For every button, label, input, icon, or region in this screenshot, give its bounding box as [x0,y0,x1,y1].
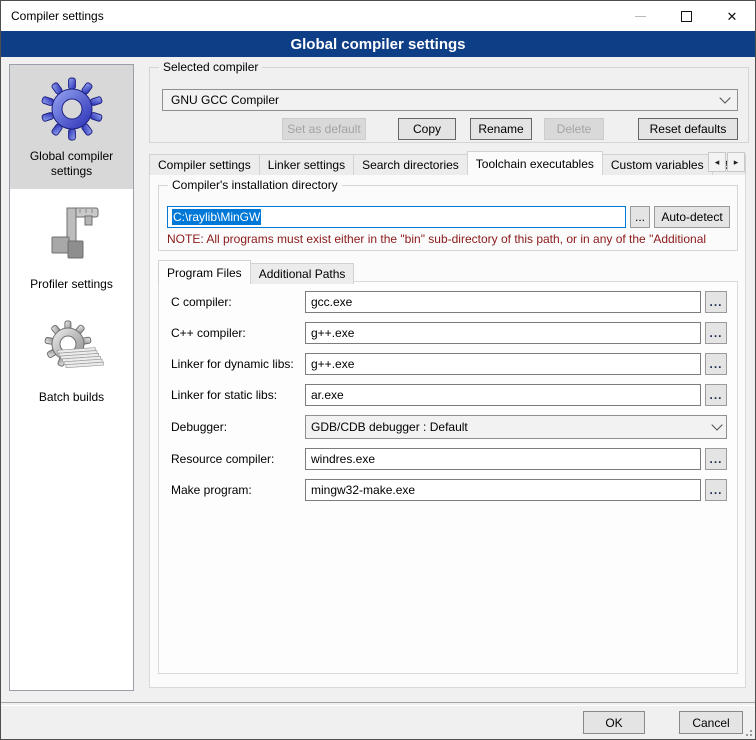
close-icon: ✕ [727,10,738,23]
tab-compiler-settings[interactable]: Compiler settings [149,154,260,175]
cpp-compiler-browse-button[interactable]: ... [705,322,727,344]
installation-directory-group-label: Compiler's installation directory [168,178,342,192]
program-files-page: C compiler: gcc.exe ... C++ compiler: g+… [158,281,738,674]
settings-category-list: Global compiler settings [9,64,134,691]
cpp-compiler-row: C++ compiler: g++.exe ... [171,322,727,344]
auto-detect-button[interactable]: Auto-detect [654,206,730,228]
compiler-settings-dialog: Compiler settings ✕ Global compiler sett… [0,0,756,740]
field-label: C compiler: [171,295,305,309]
sidebar-item-label: Batch builds [39,390,104,405]
maximize-button[interactable] [663,1,709,31]
dialog-content: Global compiler settings [1,57,755,739]
tab-custom-variables[interactable]: Custom variables [602,154,713,175]
cpp-compiler-input[interactable]: g++.exe [305,322,701,344]
minimize-button[interactable] [617,1,663,31]
arrow-left-icon: ◂ [715,157,720,168]
static-linker-input[interactable]: ar.exe [305,384,701,406]
gear-stack-icon [40,318,104,382]
dialog-header: Global compiler settings [1,31,755,57]
resource-compiler-input[interactable]: windres.exe [305,448,701,470]
blue-gear-icon [40,77,104,141]
installation-directory-group: Compiler's installation directory C:\ray… [158,185,738,251]
maximize-icon [681,11,692,22]
compiler-tabs: Compiler settings Linker settings Search… [149,151,745,175]
field-label: Linker for static libs: [171,388,305,402]
delete-button: Delete [544,118,604,140]
resource-compiler-row: Resource compiler: windres.exe ... [171,448,727,470]
installation-directory-input[interactable]: C:\raylib\MinGW [167,206,626,228]
field-label: Linker for dynamic libs: [171,357,305,371]
c-compiler-row: C compiler: gcc.exe ... [171,291,727,313]
field-label: C++ compiler: [171,326,305,340]
rename-button[interactable]: Rename [470,118,532,140]
minimize-icon [635,16,646,17]
dynamic-linker-row: Linker for dynamic libs: g++.exe ... [171,353,727,375]
caliper-icon [40,205,104,269]
arrow-right-icon: ▸ [734,157,739,168]
sidebar-item-global-compiler-settings[interactable]: Global compiler settings [10,65,133,189]
static-linker-browse-button[interactable]: ... [705,384,727,406]
reset-defaults-button[interactable]: Reset defaults [638,118,738,140]
tab-toolchain-executables[interactable]: Toolchain executables [467,151,603,175]
bin-subdirectory-note: NOTE: All programs must exist either in … [167,232,733,246]
ok-button[interactable]: OK [583,711,645,734]
close-button[interactable]: ✕ [709,1,755,31]
selected-compiler-group-label: Selected compiler [159,60,262,74]
dialog-header-title: Global compiler settings [290,36,465,53]
set-as-default-button: Set as default [282,118,366,140]
debugger-select[interactable]: GDB/CDB debugger : Default [305,415,727,439]
cancel-button[interactable]: Cancel [679,711,743,734]
titlebar: Compiler settings ✕ [1,1,755,31]
field-label: Make program: [171,483,305,497]
footer-divider [1,702,755,706]
chevron-down-icon [711,419,722,430]
sidebar-item-batch-builds[interactable]: Batch builds [10,302,133,415]
tab-linker-settings[interactable]: Linker settings [259,154,354,175]
field-label: Debugger: [171,420,305,434]
tab-scroll-left-button[interactable]: ◂ [708,152,726,172]
compiler-select-value: GNU GCC Compiler [171,93,279,107]
copy-button[interactable]: Copy [398,118,456,140]
static-linker-row: Linker for static libs: ar.exe ... [171,384,727,406]
sidebar-item-label: Global compiler settings [14,149,129,179]
sidebar-item-label: Profiler settings [30,277,113,292]
c-compiler-input[interactable]: gcc.exe [305,291,701,313]
installation-directory-value: C:\raylib\MinGW [172,209,261,225]
resource-compiler-browse-button[interactable]: ... [705,448,727,470]
tab-additional-paths[interactable]: Additional Paths [250,263,355,284]
toolchain-executables-page: Compiler's installation directory C:\ray… [149,172,746,688]
c-compiler-browse-button[interactable]: ... [705,291,727,313]
field-label: Resource compiler: [171,452,305,466]
chevron-down-icon [719,92,730,103]
program-files-tabs: Program Files Additional Paths [158,260,353,284]
sidebar-item-profiler-settings[interactable]: Profiler settings [10,189,133,302]
make-program-row: Make program: mingw32-make.exe ... [171,479,727,501]
resize-grip[interactable] [742,726,752,736]
window-title: Compiler settings [1,9,104,23]
compiler-select[interactable]: GNU GCC Compiler [162,89,738,111]
dynamic-linker-input[interactable]: g++.exe [305,353,701,375]
make-program-input[interactable]: mingw32-make.exe [305,479,701,501]
tab-search-directories[interactable]: Search directories [353,154,468,175]
dynamic-linker-browse-button[interactable]: ... [705,353,727,375]
debugger-row: Debugger: GDB/CDB debugger : Default [171,415,727,439]
tab-scroll-right-button[interactable]: ▸ [727,152,745,172]
selected-compiler-group: Selected compiler GNU GCC Compiler Set a… [149,67,749,143]
tab-program-files[interactable]: Program Files [158,260,251,284]
installation-directory-browse-button[interactable]: ... [630,206,650,228]
make-program-browse-button[interactable]: ... [705,479,727,501]
